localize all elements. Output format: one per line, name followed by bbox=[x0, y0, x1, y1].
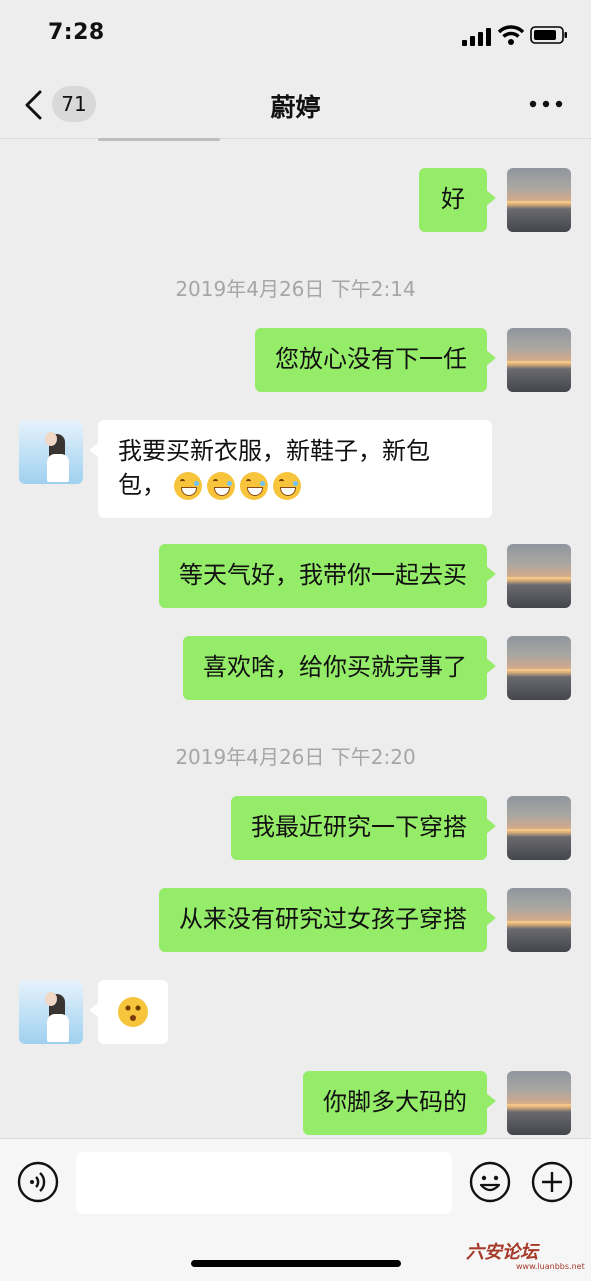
scroll-fragment bbox=[98, 138, 220, 141]
laugh-tears-emoji bbox=[272, 472, 301, 500]
wifi-icon bbox=[498, 25, 524, 45]
my-avatar[interactable] bbox=[507, 1071, 571, 1135]
surprised-face-emoji bbox=[118, 997, 148, 1027]
watermark-url: www.luanbbs.net bbox=[516, 1262, 585, 1271]
my-avatar[interactable] bbox=[507, 168, 571, 232]
add-icon[interactable] bbox=[531, 1161, 573, 1203]
watermark-logo: 六安论坛 bbox=[466, 1242, 538, 1263]
laugh-tears-emoji bbox=[206, 472, 235, 500]
message-bubble[interactable]: 我最近研究一下穿搭 bbox=[231, 796, 496, 860]
status-time: 7:28 bbox=[48, 20, 105, 45]
contact-avatar[interactable] bbox=[19, 980, 83, 1044]
voice-icon[interactable] bbox=[17, 1161, 59, 1203]
message-bubble[interactable]: 你脚多大码的 bbox=[303, 1071, 496, 1135]
my-avatar[interactable] bbox=[507, 636, 571, 700]
message-bubble[interactable]: 您放心没有下一任 bbox=[255, 328, 496, 392]
message-bubble[interactable]: 等天气好，我带你一起去买 bbox=[159, 544, 496, 608]
chat-title: 蔚婷 bbox=[270, 93, 321, 122]
signal-icon bbox=[462, 28, 491, 46]
message-bubble[interactable]: 从来没有研究过女孩子穿搭 bbox=[159, 888, 496, 952]
message-bubble[interactable]: 我要买新衣服，新鞋子，新包包， bbox=[89, 420, 492, 518]
emoji-icon[interactable] bbox=[469, 1161, 511, 1203]
my-avatar[interactable] bbox=[507, 796, 571, 860]
timestamp: 2019年4月26日 下午2:20 bbox=[175, 745, 416, 769]
laugh-tears-emoji bbox=[173, 472, 202, 500]
nav-divider bbox=[0, 138, 591, 139]
more-icon[interactable] bbox=[528, 94, 564, 114]
message-input[interactable] bbox=[76, 1152, 452, 1214]
message-bubble[interactable]: 好 bbox=[419, 168, 496, 232]
laugh-tears-emoji bbox=[239, 472, 268, 500]
my-avatar[interactable] bbox=[507, 544, 571, 608]
timestamp: 2019年4月26日 下午2:14 bbox=[175, 277, 416, 301]
battery-icon bbox=[530, 26, 567, 44]
my-avatar[interactable] bbox=[507, 888, 571, 952]
home-indicator bbox=[191, 1260, 401, 1267]
my-avatar[interactable] bbox=[507, 328, 571, 392]
contact-avatar[interactable] bbox=[19, 420, 83, 484]
message-bubble[interactable] bbox=[89, 980, 168, 1044]
message-bubble[interactable]: 喜欢啥，给你买就完事了 bbox=[183, 636, 496, 700]
